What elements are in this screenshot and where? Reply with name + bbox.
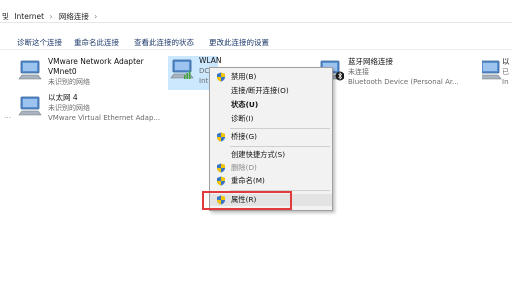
network-adapter-icon (18, 95, 44, 117)
uac-shield-icon (216, 176, 226, 186)
menu-item-disable[interactable]: 禁用(B) (210, 71, 332, 83)
connection-item[interactable]: 蓝牙网络连接 未连接 Bluetooth Device (Personal Ar… (318, 57, 488, 93)
menu-item-diagnose[interactable]: 诊断(I) (210, 113, 332, 125)
network-adapter-icon (18, 59, 44, 81)
breadcrumb-separator: › (94, 12, 98, 21)
connection-item[interactable]: 以 已 In (482, 57, 512, 93)
connection-device: VMware Virtual Ethernet Adap... (48, 114, 161, 122)
wireless-adapter-icon (170, 58, 196, 80)
network-adapter-icon (482, 59, 504, 81)
connection-item[interactable]: 以太网 4 未识别的网络 VMware Virtual Ethernet Ada… (18, 93, 168, 129)
menu-separator (230, 146, 330, 147)
diagnose-connection-button[interactable]: 诊断这个连接 (17, 37, 62, 48)
uac-shield-icon (216, 163, 226, 173)
breadcrumb-separator: › (49, 12, 53, 21)
connection-device: VMnet0 (48, 67, 77, 76)
uac-shield-icon (216, 72, 226, 82)
menu-item-create-shortcut[interactable]: 创建快捷方式(S) (210, 149, 332, 161)
connection-name: VMware Network Adapter (48, 57, 144, 66)
connection-name: 以 (502, 57, 510, 66)
command-bar: 诊断这个连接 重命名此连接 查看此连接的状态 更改此连接的设置 (0, 34, 512, 50)
breadcrumb: 및 Internet › 网络连接 › (2, 11, 101, 22)
menu-item-connect-disconnect[interactable]: 连接/断开连接(O) (210, 85, 332, 97)
menu-item-bridge[interactable]: 桥接(G) (210, 131, 332, 143)
menu-item-rename[interactable]: 重命名(M) (210, 175, 332, 187)
connection-device: In (502, 78, 509, 86)
rename-connection-button[interactable]: 重命名此连接 (74, 37, 119, 48)
connection-name: WLAN (199, 56, 222, 65)
change-settings-button[interactable]: 更改此连接的设置 (209, 37, 269, 48)
menu-separator (230, 128, 330, 129)
connection-status: 未识别的网络 (48, 78, 90, 86)
connection-status: 未识别的网络 (48, 104, 90, 112)
uac-shield-icon (216, 132, 226, 142)
connection-name: 以太网 4 (48, 93, 78, 102)
menu-item-delete: 删除(D) (210, 162, 332, 174)
breadcrumb-item-network-connections[interactable]: 网络连接 (59, 12, 89, 21)
view-status-button[interactable]: 查看此连接的状态 (134, 37, 194, 48)
address-bar[interactable]: 및 Internet › 网络连接 › (0, 9, 512, 23)
context-menu: 禁用(B) 连接/断开连接(O) 状态(U) 诊断(I) 桥接(G) 创建快捷方… (209, 67, 333, 211)
connection-device: Bluetooth Device (Personal Ar... (348, 78, 459, 86)
breadcrumb-item-internet[interactable]: Internet (14, 12, 44, 21)
connection-status: 已 (502, 68, 509, 76)
connection-name: 蓝牙网络连接 (348, 57, 393, 66)
connection-item[interactable]: VMware Network Adapter VMnet0 未识别的网络 (18, 57, 168, 93)
highlight-box (202, 191, 292, 210)
ellipsis-mark: … (4, 112, 11, 120)
connection-status: 未连接 (348, 68, 369, 76)
menu-item-status[interactable]: 状态(U) (210, 99, 332, 111)
breadcrumb-prefix: 및 (2, 12, 9, 21)
